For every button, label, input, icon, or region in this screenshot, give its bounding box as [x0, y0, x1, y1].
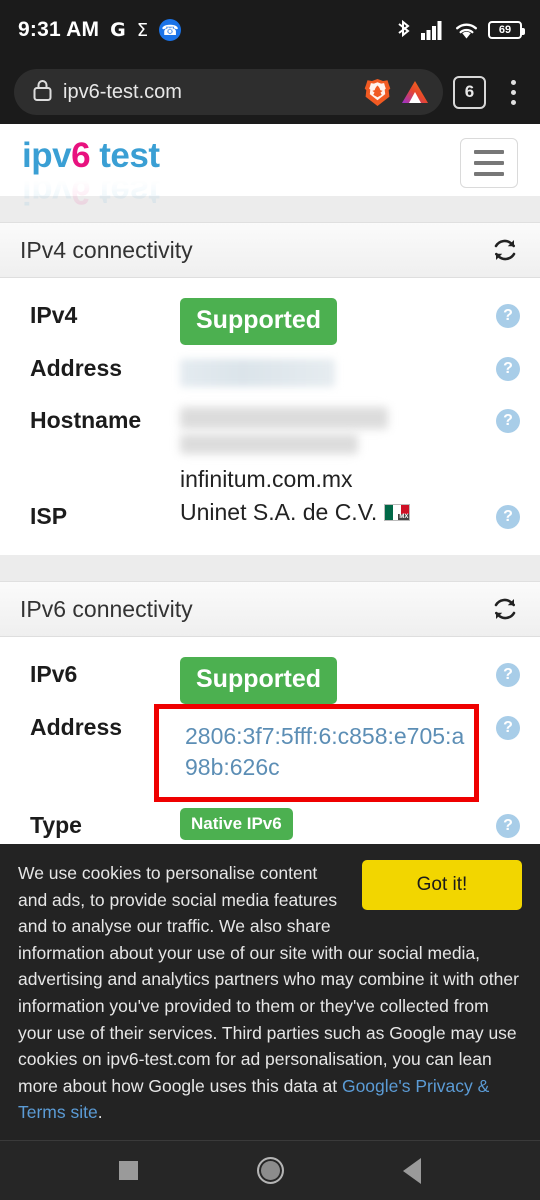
phone-icon: ☎: [159, 19, 182, 41]
redacted-hostname: [180, 407, 480, 454]
browser-toolbar: ipv6-test.com 6: [0, 60, 540, 124]
row-help[interactable]: ?: [480, 397, 520, 433]
cellular-signal-icon: [421, 20, 445, 40]
cookie-text-end: .: [97, 1102, 103, 1123]
logo-prefix: ipv: [22, 136, 72, 175]
tab-counter-button[interactable]: 6: [453, 75, 486, 109]
table-row: ISP Uninet S.A. de C.V. MX ?: [0, 493, 540, 545]
row-label: IPv6: [30, 661, 78, 687]
clock: 9:31 AM: [18, 18, 100, 41]
section-spacer: [0, 555, 540, 581]
url-bar[interactable]: ipv6-test.com: [14, 69, 443, 115]
row-label: Hostname: [30, 407, 142, 433]
row-help[interactable]: ?: [480, 345, 520, 381]
google-icon: G: [110, 19, 126, 41]
logo-text: ipv6 test: [22, 138, 212, 173]
row-help[interactable]: ?: [480, 802, 520, 839]
row-help[interactable]: ?: [480, 651, 520, 687]
hostname-domain: infinitum.com.mx: [180, 466, 353, 492]
help-icon[interactable]: ?: [496, 814, 520, 839]
ipv4-rows: IPv4 Supported ? Address ? Hostname infi…: [0, 278, 540, 555]
back-triangle-icon[interactable]: [402, 1157, 421, 1184]
row-help[interactable]: ?: [480, 292, 520, 328]
sigma-icon: Σ: [136, 19, 149, 41]
status-badge: Native IPv6: [180, 808, 293, 841]
help-icon[interactable]: ?: [496, 409, 520, 433]
ipv4-section-title: IPv4 connectivity: [20, 236, 193, 263]
bluetooth-icon: [395, 19, 412, 41]
ipv4-section-header: IPv4 connectivity: [0, 222, 540, 278]
row-label: ISP: [30, 503, 68, 529]
refresh-icon[interactable]: [490, 235, 520, 265]
table-row: Address 2806:3f7:5fff:6:c858:e705:a98b:6…: [0, 704, 540, 803]
recents-square-icon[interactable]: [119, 1161, 139, 1180]
help-icon[interactable]: ?: [496, 357, 520, 381]
help-icon[interactable]: ?: [496, 505, 520, 529]
site-header: ipv6 test ipv6 test: [0, 124, 540, 211]
help-icon[interactable]: ?: [496, 663, 520, 687]
help-icon[interactable]: ?: [496, 304, 520, 328]
hamburger-menu-button[interactable]: [460, 138, 518, 188]
row-help[interactable]: ?: [480, 493, 520, 529]
logo-six: 6: [71, 136, 91, 175]
brave-lion-icon[interactable]: [364, 78, 391, 107]
row-help[interactable]: ?: [480, 704, 520, 740]
ipv6-section-header: IPv6 connectivity: [0, 581, 540, 637]
row-value: Supported: [180, 651, 480, 704]
table-row: IPv6 Supported ?: [0, 651, 540, 704]
logo-reflection: ipv6 test: [22, 172, 212, 211]
row-value: Supported: [180, 292, 480, 345]
row-label: IPv4: [30, 302, 78, 328]
logo-suffix: test: [90, 136, 160, 175]
battery-level: 69: [498, 23, 512, 36]
logo-reflect-six: 6: [71, 172, 91, 211]
table-row: Hostname infinitum.com.mx ?: [0, 397, 540, 493]
refresh-icon[interactable]: [490, 594, 520, 624]
table-row: IPv4 Supported ?: [0, 292, 540, 345]
ipv6-address-link[interactable]: 2806:3f7:5fff:6:c858:e705:a98b:626c: [185, 723, 464, 780]
status-badge: Supported: [180, 657, 337, 704]
status-bar: 9:31 AM G Σ ☎ 69: [0, 0, 540, 60]
cookie-consent-banner: Got it! We use cookies to personalise co…: [0, 844, 540, 1140]
ipv6-section-title: IPv6 connectivity: [20, 595, 193, 622]
row-value: infinitum.com.mx: [180, 397, 480, 493]
logo-reflect-suffix: test: [90, 172, 160, 211]
site-logo[interactable]: ipv6 test ipv6 test: [22, 138, 212, 211]
row-value: Native IPv6: [180, 802, 480, 841]
home-circle-icon[interactable]: [256, 1157, 284, 1184]
isp-name: Uninet S.A. de C.V.: [180, 499, 378, 525]
web-page: ipv6 test ipv6 test IPv4 connectivity IP…: [0, 124, 540, 1140]
phone-screen: 9:31 AM G Σ ☎ 69 ipv6-test.com 6 ipv6 te…: [0, 0, 540, 1200]
logo-reflect-prefix: ipv: [22, 172, 72, 211]
flag-code: MX: [398, 514, 410, 520]
cookie-accept-button[interactable]: Got it!: [362, 860, 522, 911]
lock-icon: [32, 78, 53, 107]
status-bar-right: 69: [395, 19, 525, 41]
tab-count-label: 6: [464, 82, 475, 101]
help-icon[interactable]: ?: [496, 716, 520, 740]
battery-icon: 69: [488, 21, 525, 39]
table-row: Address ?: [0, 345, 540, 397]
row-value: Uninet S.A. de C.V. MX: [180, 493, 480, 526]
row-label: Type: [30, 812, 82, 839]
ipv6-address-annotation-box: 2806:3f7:5fff:6:c858:e705:a98b:626c: [154, 704, 479, 803]
android-navigation-bar: [0, 1140, 540, 1200]
wifi-icon: [454, 20, 479, 40]
url-text: ipv6-test.com: [63, 80, 182, 103]
bat-triangle-icon[interactable]: [401, 79, 429, 105]
row-value: [180, 345, 480, 387]
row-label: Address: [30, 355, 123, 381]
redacted-ipv4-address: [180, 359, 335, 387]
status-badge: Supported: [180, 298, 337, 345]
three-dot-menu-icon[interactable]: [496, 79, 530, 105]
row-value: 2806:3f7:5fff:6:c858:e705:a98b:626c: [154, 704, 480, 803]
isp-value: Uninet S.A. de C.V. MX: [180, 499, 480, 526]
mexico-flag-icon: MX: [384, 504, 411, 521]
status-bar-left: 9:31 AM G Σ ☎: [18, 18, 182, 42]
